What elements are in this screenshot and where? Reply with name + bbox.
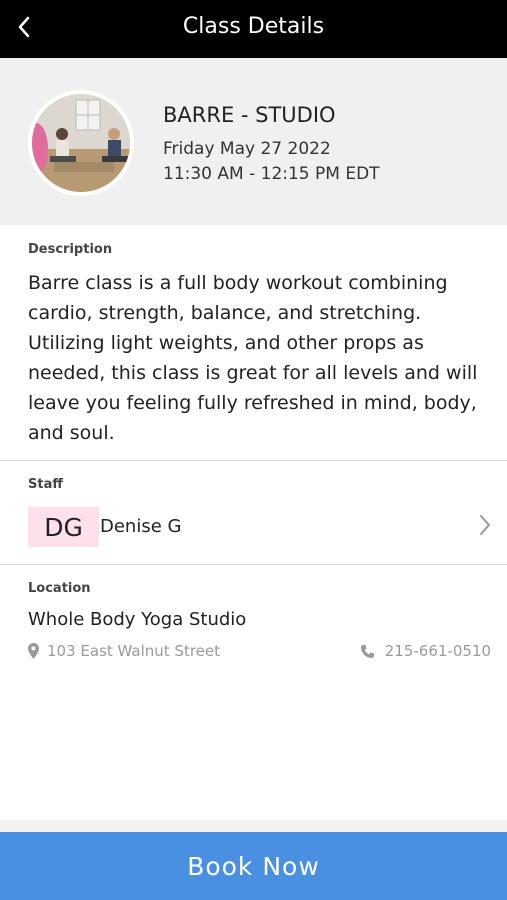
location-label: Location [28,581,91,596]
description-label: Description [28,242,113,257]
class-name: BARRE - STUDIO [163,103,336,127]
staff-initials-avatar: DG [28,507,99,547]
staff-name: Denise G [100,516,182,537]
address-text: 103 East Walnut Street [47,642,221,660]
class-header: BARRE - STUDIO Friday May 27 2022 11:30 … [0,58,507,225]
class-date: Friday May 27 2022 [163,139,331,159]
location-address[interactable]: 103 East Walnut Street [28,642,220,660]
staff-row[interactable]: DG Denise G [0,505,507,549]
yoga-photo [32,94,130,192]
phone-text: 215-661-0510 [384,642,491,660]
staff-label: Staff [28,477,63,492]
phone-icon [360,644,374,658]
divider [0,564,507,565]
map-pin-icon [28,643,39,659]
book-now-button[interactable]: Book Now [0,832,507,900]
page-title: Class Details [182,14,325,39]
bottom-divider [0,820,507,832]
class-time: 11:30 AM - 12:15 PM EDT [163,164,380,184]
location-name: Whole Body Yoga Studio [28,609,247,630]
location-phone[interactable]: 215-661-0510 [360,642,491,660]
divider [0,460,507,461]
chevron-right-icon [480,515,490,535]
class-image [28,90,134,196]
description-text: Barre class is a full body workout combi… [28,272,478,444]
top-bar: Class Details [0,0,507,58]
